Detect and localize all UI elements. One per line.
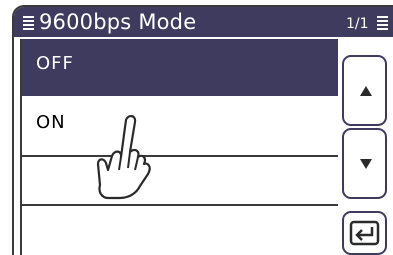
page-indicator: 1/1 [346, 16, 369, 32]
back-button[interactable] [342, 211, 387, 255]
option-empty[interactable] [22, 206, 338, 255]
scroll-down-button[interactable] [342, 128, 387, 199]
scroll-up-button[interactable] [342, 55, 387, 126]
option-list: OFF ON [20, 39, 338, 255]
menu-lines-icon [23, 16, 34, 30]
triangle-up-icon [360, 86, 372, 96]
option-label: ON [36, 112, 66, 133]
touch-hand-icon [96, 115, 151, 200]
menu-lines-icon [377, 16, 388, 30]
option-label: OFF [36, 53, 74, 74]
triangle-down-icon [360, 159, 372, 169]
option-on[interactable]: ON [22, 98, 338, 155]
title-bar: 9600bps Mode 1/1 [14, 7, 393, 37]
option-off[interactable]: OFF [22, 39, 338, 96]
return-arrow-icon [349, 220, 380, 246]
screen: 9600bps Mode 1/1 OFF ON [12, 5, 393, 255]
screen-title: 9600bps Mode [39, 10, 197, 34]
